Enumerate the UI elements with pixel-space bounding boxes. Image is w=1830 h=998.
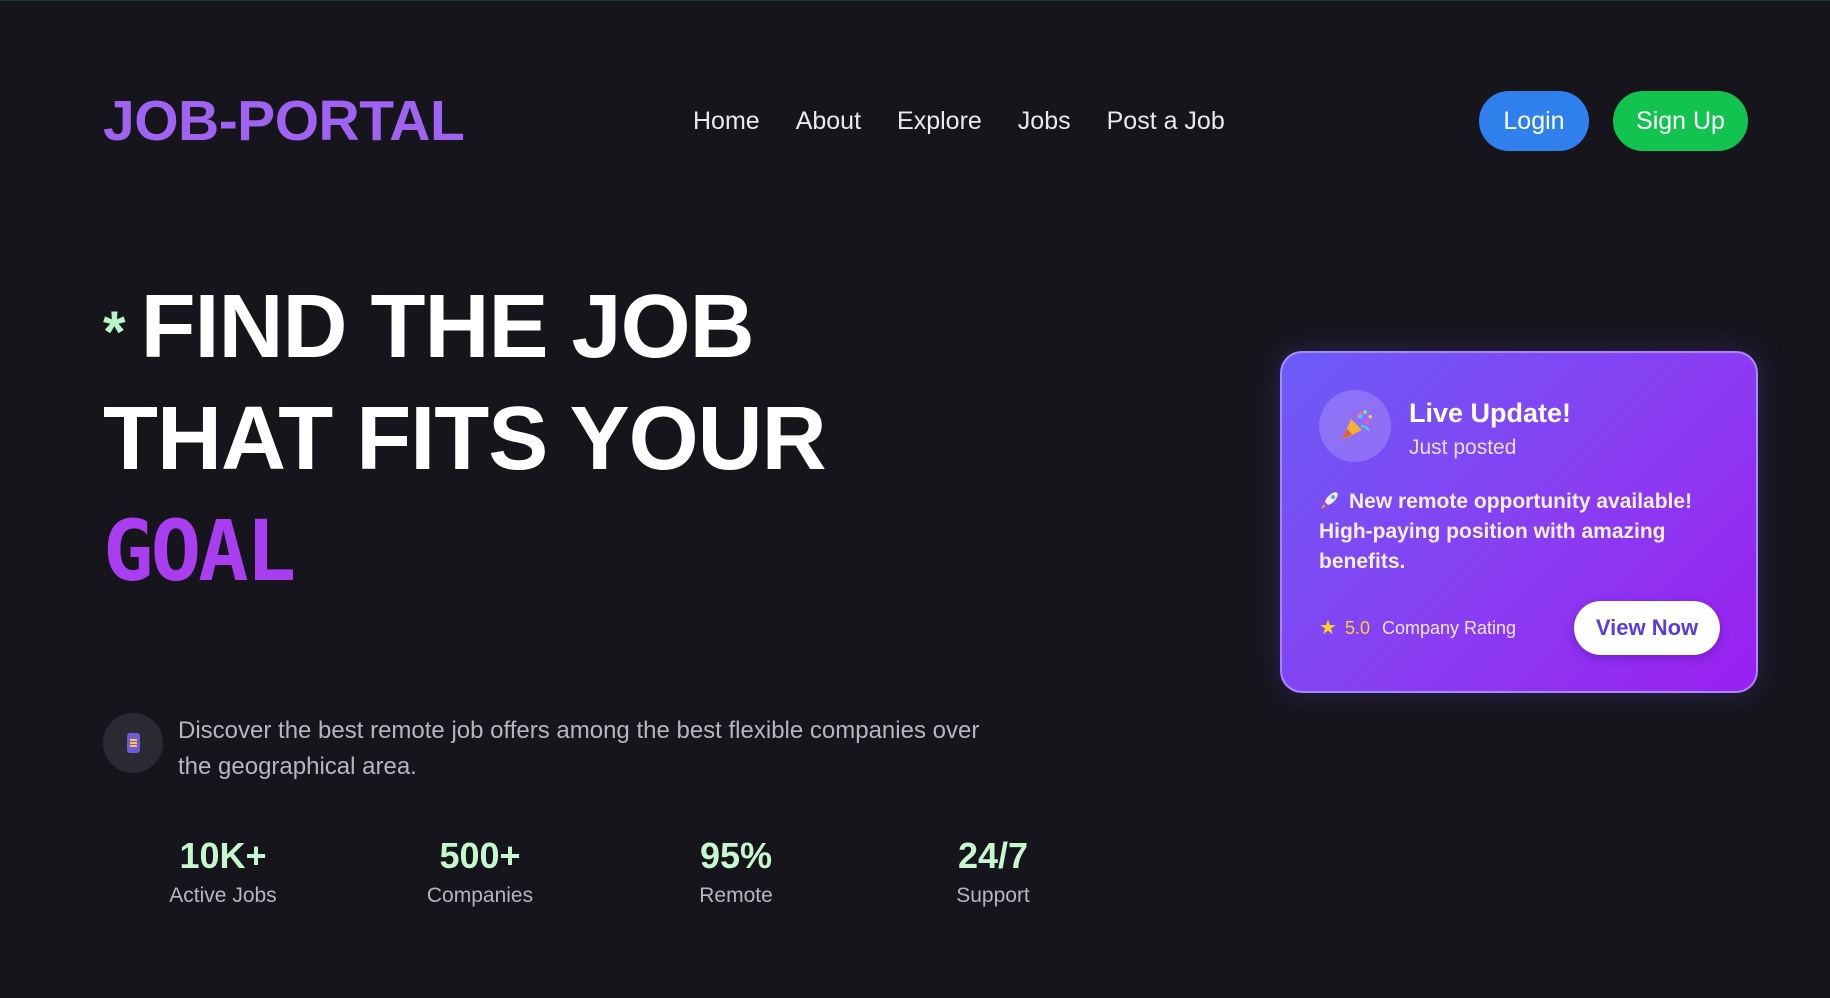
rating-label: Company Rating bbox=[1381, 618, 1517, 638]
stat-label: Companies bbox=[426, 884, 534, 907]
hero-headline: * FIND THE JOB THAT FITS YOUR GOAL bbox=[103, 271, 1003, 607]
stat-label: Support bbox=[956, 884, 1030, 907]
phone-icon bbox=[103, 713, 163, 773]
stat-value: 500+ bbox=[439, 835, 521, 876]
hero-highlight-word: GOAL bbox=[103, 502, 296, 600]
site-logo[interactable]: JOB-PORTAL bbox=[103, 89, 465, 153]
asterisk-icon: * bbox=[103, 300, 126, 365]
stat-value: 24/7 bbox=[957, 835, 1029, 876]
nav-link-post-a-job[interactable]: Post a Job bbox=[1107, 101, 1225, 141]
nav-link-explore[interactable]: Explore bbox=[897, 101, 982, 141]
stat-active-jobs: 10K+ Active Jobs bbox=[103, 831, 343, 911]
nav-link-about[interactable]: About bbox=[796, 101, 861, 141]
hero-line-2: THAT FITS YOUR bbox=[103, 389, 827, 489]
stat-value: 10K+ bbox=[179, 835, 267, 876]
rocket-icon bbox=[1321, 492, 1338, 509]
party-popper-icon bbox=[1319, 390, 1391, 462]
live-update-card: Live Update! Just posted New remote oppo… bbox=[1280, 351, 1758, 693]
star-icon: ★ bbox=[1319, 617, 1337, 639]
stat-companies: 500+ Companies bbox=[360, 831, 600, 911]
company-rating: ★ 5.0 Company Rating bbox=[1319, 615, 1516, 641]
signup-button[interactable]: Sign Up bbox=[1613, 91, 1748, 151]
stat-label: Active Jobs bbox=[169, 884, 277, 907]
stat-value: 95% bbox=[699, 835, 773, 876]
nav-link-jobs[interactable]: Jobs bbox=[1018, 101, 1071, 141]
card-title: Live Update! bbox=[1409, 398, 1572, 428]
card-subtitle: Just posted bbox=[1409, 436, 1517, 459]
stat-label: Remote bbox=[699, 884, 773, 907]
stat-support: 24/7 Support bbox=[873, 831, 1113, 911]
hero-line-1: * FIND THE JOB bbox=[103, 271, 1003, 383]
view-now-button[interactable]: View Now bbox=[1574, 601, 1720, 655]
stat-remote: 95% Remote bbox=[616, 831, 856, 911]
rating-value: 5.0 bbox=[1344, 618, 1370, 638]
navbar: JOB-PORTAL Home About Explore Jobs Post … bbox=[0, 1, 1830, 241]
nav-link-home[interactable]: Home bbox=[693, 101, 760, 141]
stats-row: 10K+ Active Jobs 500+ Companies 95% Remo… bbox=[103, 831, 1043, 921]
description-text: Discover the best remote job offers amon… bbox=[178, 717, 980, 780]
card-message-text: New remote opportunity available! High-p… bbox=[1319, 490, 1693, 573]
main-nav: Home About Explore Jobs Post a Job bbox=[693, 101, 1225, 141]
login-button[interactable]: Login bbox=[1479, 91, 1589, 151]
hero-line-1-text: FIND THE JOB bbox=[140, 277, 755, 377]
card-message: New remote opportunity available! High-p… bbox=[1319, 487, 1729, 577]
